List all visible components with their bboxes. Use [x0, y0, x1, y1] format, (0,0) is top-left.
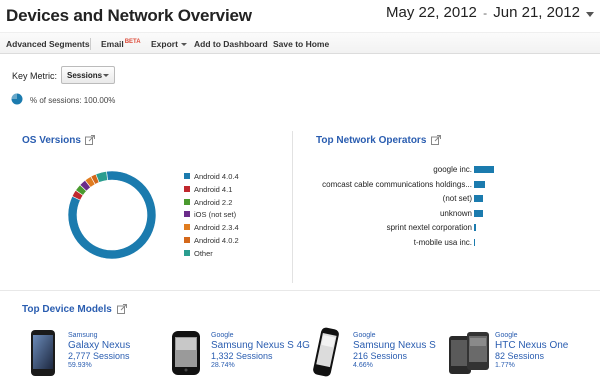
galaxy-nexus-phone-image[interactable]	[30, 329, 56, 377]
nexus-s-4g-phone-image[interactable]	[170, 330, 202, 376]
device-percent: 59.93%	[68, 362, 92, 369]
email-button[interactable]: EmailBETA	[101, 39, 141, 49]
device-brand: Google	[211, 332, 234, 339]
network-operator-bar[interactable]	[474, 224, 476, 232]
network-operator-bar[interactable]	[474, 239, 475, 246]
device-sessions: 2,777 Sessions	[68, 351, 130, 361]
network-operator-label: google inc.	[433, 165, 472, 174]
legend-label: Android 4.0.2	[194, 236, 239, 245]
network-operator-label: comcast cable communications holdings...	[322, 179, 472, 189]
toolbar-divider	[90, 38, 91, 50]
device-name-link[interactable]: Samsung Nexus S 4G	[211, 340, 310, 351]
network-operator-label: (not set)	[442, 194, 472, 204]
top-device-models-title[interactable]: Top Device Models	[22, 304, 112, 315]
legend-item[interactable]: Android 4.1	[184, 185, 232, 195]
percent-pie-icon	[11, 93, 23, 105]
os-versions-donut-chart	[67, 170, 157, 260]
external-link-icon[interactable]	[117, 304, 127, 314]
nexus-s-phone-image[interactable]	[313, 326, 339, 378]
device-percent: 28.74%	[211, 362, 235, 369]
external-link-icon[interactable]	[431, 135, 441, 145]
network-operator-bar[interactable]	[474, 195, 483, 203]
add-to-dashboard-button[interactable]: Add to Dashboard	[194, 39, 268, 49]
chevron-down-icon	[103, 74, 109, 77]
key-metric-select[interactable]: Sessions	[61, 66, 115, 84]
network-operator-label: t-mobile usa inc.	[413, 238, 472, 247]
htc-nexus-one-phone-image[interactable]	[447, 330, 491, 376]
legend-label: iOS (not set)	[194, 210, 237, 220]
legend-swatch	[184, 185, 190, 192]
external-link-icon[interactable]	[85, 135, 95, 145]
date-separator: -	[483, 6, 488, 20]
legend-label: Other	[194, 248, 213, 258]
device-percent: 4.66%	[353, 362, 373, 369]
os-versions-title[interactable]: OS Versions	[22, 135, 81, 146]
beta-badge: BETA	[124, 39, 141, 45]
date-start: May 22, 2012	[386, 4, 477, 21]
email-label: Email	[101, 39, 124, 49]
network-operator-bar[interactable]	[474, 166, 494, 173]
key-metric-value: Sessions	[67, 71, 103, 80]
legend-label: Android 2.2	[194, 197, 233, 207]
legend-swatch	[184, 237, 190, 244]
legend-item[interactable]: Android 2.3.4	[184, 223, 239, 233]
legend-item[interactable]: Android 4.0.4	[184, 172, 239, 182]
export-button[interactable]: Export	[151, 39, 187, 49]
device-brand: Google	[495, 332, 518, 339]
legend-label: Android 4.0.4	[194, 172, 239, 181]
network-operator-label: unknown	[439, 208, 472, 218]
legend-label: Android 4.1	[194, 184, 233, 194]
advanced-segments-button[interactable]: Advanced Segments	[6, 39, 90, 49]
date-end: Jun 21, 2012	[493, 4, 580, 21]
device-name-link[interactable]: HTC Nexus One	[495, 340, 568, 351]
page-header: Devices and Network Overview May 22, 201…	[0, 0, 600, 30]
device-brand: Samsung	[68, 332, 98, 339]
network-operators-title[interactable]: Top Network Operators	[316, 135, 426, 146]
legend-item[interactable]: Other	[184, 249, 213, 259]
export-label: Export	[151, 39, 178, 49]
legend-swatch	[184, 249, 190, 256]
legend-item[interactable]: Android 2.2	[184, 198, 232, 208]
network-operator-bar[interactable]	[474, 209, 483, 217]
percent-of-sessions: % of sessions: 100.00%	[30, 96, 116, 105]
network-operator-label: sprint nextel corporation	[386, 223, 472, 233]
key-metric-label: Key Metric:	[12, 71, 58, 81]
device-sessions: 82 Sessions	[495, 351, 545, 361]
legend-swatch	[184, 198, 190, 205]
device-brand: Google	[353, 332, 376, 339]
legend-swatch	[184, 224, 190, 231]
legend-label: Android 2.3.4	[194, 223, 239, 233]
legend-item[interactable]: iOS (not set)	[184, 210, 236, 220]
device-percent: 1.77%	[495, 362, 515, 369]
date-range-picker[interactable]: May 22, 2012 - Jun 21, 2012	[386, 4, 580, 21]
network-operator-bar[interactable]	[474, 180, 485, 188]
legend-swatch	[184, 173, 190, 180]
legend-item[interactable]: Android 4.0.2	[184, 236, 239, 246]
device-name-link[interactable]: Samsung Nexus S	[353, 340, 436, 351]
device-sessions: 216 Sessions	[353, 351, 408, 361]
report-toolbar: Advanced Segments EmailBETA Export Add t…	[0, 32, 600, 54]
section-divider	[292, 131, 293, 283]
device-name-link[interactable]: Galaxy Nexus	[68, 340, 130, 351]
save-to-home-button[interactable]: Save to Home	[273, 39, 329, 49]
legend-swatch	[184, 211, 190, 218]
page-title: Devices and Network Overview	[6, 6, 252, 25]
date-dropdown-caret-icon[interactable]	[586, 12, 594, 17]
device-sessions: 1,332 Sessions	[211, 351, 273, 361]
chevron-down-icon	[180, 43, 187, 47]
section-divider	[0, 290, 600, 291]
